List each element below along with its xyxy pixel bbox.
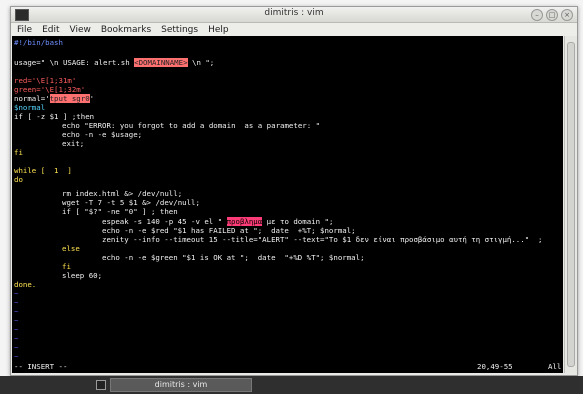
taskbar-task[interactable]: dimitris : vim [110,378,252,392]
window-controls: – □ × [531,9,573,21]
empty-line-marker: ~ [14,316,19,325]
mode-indicator: -- INSERT -- [14,362,68,371]
code-line: #!/bin/bash [14,38,63,47]
menu-bookmarks[interactable]: Bookmarks [101,25,151,35]
taskbar: dimitris : vim [0,376,583,394]
minimize-button[interactable]: – [531,9,543,21]
empty-line-marker: ~ [14,307,19,316]
empty-line-marker: ~ [14,325,19,334]
scroll-position: All [548,362,562,371]
empty-line-marker: ~ [14,289,19,298]
code-line: usage=" \n USAGE: alert.sh <DOMAINNAME> … [14,58,215,67]
terminal-task-icon[interactable] [96,380,106,390]
menu-file[interactable]: File [17,25,32,35]
code-line: wget -T 7 -t 5 $1 &> /dev/null; [62,198,200,207]
code-line: normal='tput sgr0' [14,94,95,103]
menu-settings[interactable]: Settings [161,25,198,35]
empty-line-marker: ~ [14,298,19,307]
menu-help[interactable]: Help [208,25,229,35]
menu-bar: File Edit View Bookmarks Settings Help [11,23,577,36]
scrollbar-thumb[interactable] [567,42,575,367]
code-line: done. [14,280,37,289]
code-line: rm index.html &> /dev/null; [62,189,183,198]
code-line: zenity --info --timeout 15 --title="ALER… [102,235,543,244]
code-line: green='\E[1;32m' [14,85,86,94]
title-bar[interactable]: dimitris : vim – □ × [11,7,577,23]
status-line: -- INSERT -- 20,49-55 All [14,362,563,371]
scrollbar[interactable] [564,36,577,373]
window-title: dimitris : vim [264,8,324,18]
code-line: while [ 1 ] [14,166,72,175]
code-line: if [ "$?" -ne "0" ] ; then [62,207,178,216]
code-line: red='\E[1;31m' [14,76,77,85]
code-line: $normal [14,103,46,112]
code-line: echo -n -e $usage; [62,130,143,139]
code-line: echo "ERROR: you forgot to add a domain … [62,121,321,130]
maximize-button[interactable]: □ [546,9,558,21]
cursor-position: 20,49-55 [477,362,513,371]
empty-line-marker: ~ [14,343,19,352]
code-line: sleep 60; [62,271,103,280]
menu-edit[interactable]: Edit [42,25,59,35]
close-button[interactable]: × [561,9,573,21]
code-line: exit; [62,139,85,148]
code-line: if [ -z $1 ] ;then [14,112,95,121]
code-line: do [14,175,23,184]
code-line: echo -n -e $green "$1 is OK at "; date "… [102,253,365,262]
menu-view[interactable]: View [70,25,91,35]
code-line: else [62,244,80,253]
vim-editor[interactable]: #!/bin/bash usage=" \n USAGE: alert.sh <… [12,36,563,373]
empty-line-marker: ~ [14,352,19,361]
code-line: fi [62,262,71,271]
code-line: fi [14,148,23,157]
terminal-window: dimitris : vim – □ × File Edit View Book… [10,6,578,376]
code-line: echo -n -e $red "$1 has FAILED at "; dat… [102,226,356,235]
code-line: espeak -s 140 -p 45 -v el " προβλημα με … [102,217,334,226]
empty-line-marker: ~ [14,334,19,343]
